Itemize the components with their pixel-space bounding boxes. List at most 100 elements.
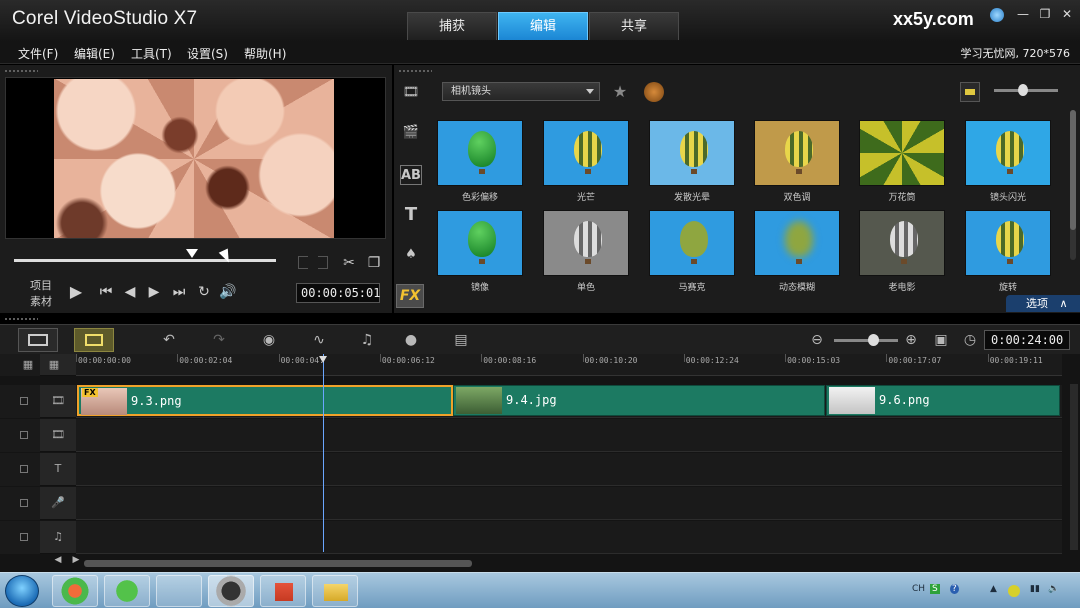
track-lock-icon[interactable]: [20, 431, 28, 439]
menu-help[interactable]: 帮助(H): [244, 45, 286, 62]
scissors-icon[interactable]: ✂: [340, 254, 358, 272]
security-icon[interactable]: [1008, 585, 1020, 597]
filter-thumbnail[interactable]: 单色: [540, 208, 632, 298]
mode-project[interactable]: 项目: [30, 277, 52, 293]
tab-edit[interactable]: 编辑: [498, 12, 588, 40]
library-scroll-thumb[interactable]: [1070, 110, 1076, 230]
content-icon[interactable]: [644, 82, 664, 102]
video-track-header[interactable]: 🎞: [40, 385, 76, 418]
overlay-track-header[interactable]: 🎞: [40, 419, 76, 452]
sound-mixer-icon[interactable]: ∿: [306, 329, 332, 351]
videostudio-taskbar-icon[interactable]: [208, 575, 254, 607]
category-dropdown[interactable]: 相机镜头: [442, 82, 600, 101]
scroll-right-icon[interactable]: ▶: [70, 554, 82, 566]
play-icon[interactable]: ▶: [67, 283, 85, 301]
timeline-clip[interactable]: 9.4.jpg: [453, 385, 825, 416]
network-icon[interactable]: ▮▮: [1030, 584, 1040, 594]
filter-thumbnail[interactable]: 双色调: [751, 118, 843, 208]
timeline-zoom-knob[interactable]: [868, 334, 879, 346]
panel-grip[interactable]: [4, 317, 38, 321]
filter-thumbnail[interactable]: 旋转: [962, 208, 1054, 298]
music-track[interactable]: [76, 521, 1062, 554]
zoom-in-icon[interactable]: ⊕: [898, 329, 924, 351]
timeline-clip[interactable]: FX 9.3.png: [77, 385, 453, 416]
track-lock-icon[interactable]: [20, 465, 28, 473]
track-lock-icon[interactable]: [20, 533, 28, 541]
filter-thumbnail[interactable]: 镜头闪光: [962, 118, 1054, 208]
title-icon[interactable]: T: [400, 205, 422, 225]
voice-track[interactable]: [76, 487, 1062, 520]
mark-out-button[interactable]: [318, 256, 328, 269]
timeline-clip[interactable]: 9.6.png: [826, 385, 1060, 416]
panel-grip[interactable]: [398, 69, 432, 73]
restore-icon[interactable]: ❐: [1037, 6, 1053, 22]
tab-capture[interactable]: 捕获: [407, 12, 497, 40]
timeline-zoom-slider[interactable]: [834, 339, 898, 342]
menu-tools[interactable]: 工具(T): [131, 45, 172, 62]
auto-music-icon[interactable]: ♫: [354, 329, 380, 351]
storyboard-view-button[interactable]: [18, 328, 58, 352]
filter-thumbnail[interactable]: 色彩偏移: [434, 118, 526, 208]
add-favorite-icon[interactable]: ★: [610, 82, 630, 102]
title-track-header[interactable]: T: [40, 453, 76, 486]
filter-thumbnail[interactable]: 动态模糊: [751, 208, 843, 298]
subtitle-editor-icon[interactable]: ▤: [448, 329, 474, 351]
powerpoint-icon[interactable]: [260, 575, 306, 607]
chapter-icon[interactable]: ▦: [44, 357, 64, 373]
undo-icon[interactable]: ↶: [156, 329, 182, 351]
transition-icon[interactable]: AB: [400, 165, 422, 185]
title-track[interactable]: [76, 453, 1062, 486]
show-hidden-icons[interactable]: ▲: [990, 584, 997, 594]
voice-track-header[interactable]: 🎤: [40, 487, 76, 520]
scrubber-thumb[interactable]: [186, 249, 199, 258]
close-icon[interactable]: ✕: [1059, 6, 1075, 22]
home-icon[interactable]: ⏮: [97, 283, 115, 301]
filter-thumbnail[interactable]: 光芒: [540, 118, 632, 208]
fit-project-icon[interactable]: ▣: [928, 329, 954, 351]
menu-settings[interactable]: 设置(S): [187, 45, 228, 62]
timeline-view-button[interactable]: [74, 328, 114, 352]
scroll-left-icon[interactable]: ◀: [52, 554, 64, 566]
record-capture-icon[interactable]: ◉: [256, 329, 282, 351]
repeat-icon[interactable]: ↻: [195, 283, 213, 301]
overlay-track[interactable]: [76, 419, 1062, 452]
time-ruler[interactable]: 00:00:00:00 00:00:02:04 00:00:04: 00:00:06:…: [76, 354, 1062, 376]
playhead-line[interactable]: [323, 354, 324, 552]
volume-icon[interactable]: 🔊: [219, 283, 237, 301]
preview-timecode[interactable]: 00:00:05:01: [296, 283, 380, 303]
browser-icon[interactable]: [104, 575, 150, 607]
360-app-icon[interactable]: [52, 575, 98, 607]
tab-share[interactable]: 共享: [589, 12, 679, 40]
timeline-vertical-scrollbar[interactable]: [1070, 384, 1078, 550]
next-frame-icon[interactable]: ▶: [145, 283, 163, 301]
previous-frame-icon[interactable]: ◀: [121, 283, 139, 301]
playhead-handle[interactable]: [319, 356, 327, 363]
track-manager-icon[interactable]: ▦: [18, 357, 38, 373]
filter-thumbnail[interactable]: 万花筒: [856, 118, 948, 208]
folder-icon[interactable]: [312, 575, 358, 607]
instant-project-icon[interactable]: 🎬: [400, 123, 422, 143]
scrubber-track[interactable]: [14, 259, 276, 262]
redo-icon[interactable]: ↷: [206, 329, 232, 351]
menu-edit[interactable]: 编辑(E): [74, 45, 115, 62]
volume-tray-icon[interactable]: 🔈: [1048, 584, 1059, 594]
timeline-horizontal-scroll-thumb[interactable]: [84, 560, 472, 567]
input-language[interactable]: CH: [912, 584, 925, 594]
options-button[interactable]: 选项 ∧: [1006, 295, 1080, 312]
thumbnail-view-icon[interactable]: [960, 82, 980, 102]
track-lock-icon[interactable]: [20, 499, 28, 507]
track-lock-icon[interactable]: [20, 397, 28, 405]
start-button[interactable]: [5, 575, 39, 607]
ime-icon[interactable]: S: [930, 584, 940, 594]
filter-thumbnail[interactable]: 镜像: [434, 208, 526, 298]
help-icon[interactable]: ?: [950, 584, 959, 594]
media-icon[interactable]: 🎞: [400, 83, 422, 103]
filter-thumbnail[interactable]: 马赛克: [646, 208, 738, 298]
project-duration[interactable]: 0:00:24:00: [984, 330, 1070, 350]
filter-thumbnail[interactable]: 发散光晕: [646, 118, 738, 208]
filter-thumbnail[interactable]: 老电影: [856, 208, 948, 298]
end-icon[interactable]: ⏭: [170, 283, 188, 301]
globe-icon[interactable]: [990, 8, 1004, 22]
cleaner-icon[interactable]: [156, 575, 202, 607]
motion-tracking-icon[interactable]: ●: [398, 329, 424, 351]
